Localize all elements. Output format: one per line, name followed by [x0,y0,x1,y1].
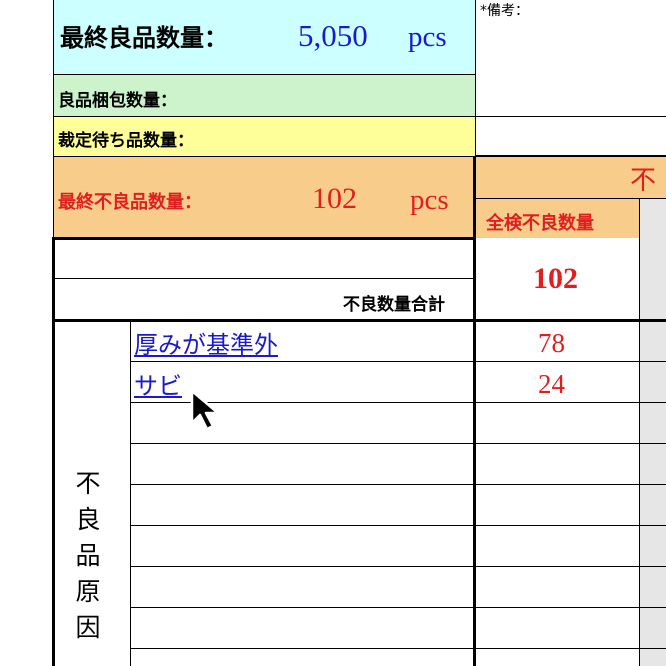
defect-total-label: 不良数量合計 [343,295,445,315]
final-good-unit: pcs [408,21,447,53]
final-good-value: 5,050 [298,18,368,53]
final-defect-value: 102 [312,182,357,215]
final-defect-label: 最終不良品数量： [58,192,202,213]
cause-link-rust[interactable]: サビ [134,366,182,401]
cause-label-char: 原 [75,577,101,606]
cause-label-char: 良 [75,505,101,534]
cause-label-char: 不 [75,469,101,498]
defect-total-value: 102 [533,262,578,295]
cause-qty-rust: 24 [538,369,565,399]
gray-column [640,198,666,666]
good-pack-label: 良品梱包数量： [58,91,177,111]
final-good-label: 最終良品数量： [60,24,228,52]
cause-label-char: 因 [75,613,101,642]
cause-label-char: 品 [75,541,101,570]
mouse-cursor-icon [190,389,220,431]
final-defect-unit: pcs [410,184,449,216]
inspection-column-header: 全検不良数量 [486,213,594,234]
cutting-pending-label: 裁定待ち品数量： [58,131,194,151]
cause-qty-thickness: 78 [538,328,565,358]
cause-link-thickness[interactable]: 厚みが基準外 [134,325,278,360]
defect-cause-column-label: 不 良 品 原 因 [60,466,116,646]
defect-header-title: 不 [630,166,657,196]
remarks-label: *備考： [480,3,529,19]
